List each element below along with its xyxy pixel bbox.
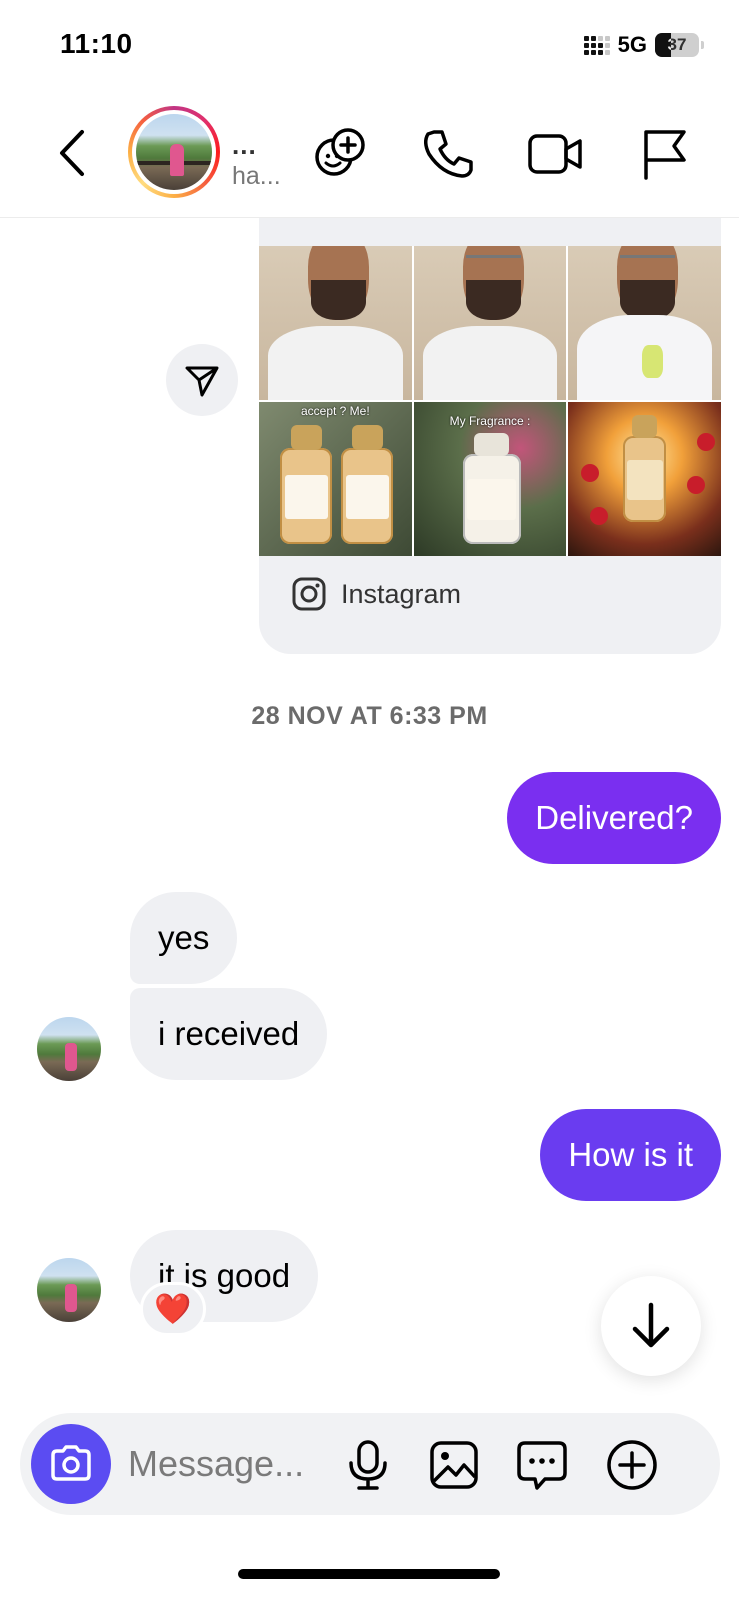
post-thumbnail[interactable] [568,402,721,556]
more-button[interactable] [604,1437,660,1493]
home-indicator[interactable] [238,1569,500,1579]
message-composer [20,1413,720,1515]
back-button[interactable] [52,126,96,180]
post-source: Instagram [291,576,461,612]
status-indicators: 5G 37 [583,32,704,58]
signal-icon [583,35,610,55]
avatar [136,114,212,190]
sticker-chat-icon [517,1441,567,1490]
thumbnail-caption: accept ? Me! [300,404,370,418]
post-thumbnail[interactable] [568,246,721,400]
video-call-icon [528,134,582,174]
video-call-button[interactable] [526,124,586,184]
post-thumbnail-grid[interactable]: accept ? Me! My Fragrance : [259,246,721,556]
audio-call-button[interactable] [418,124,478,184]
back-icon [60,130,84,176]
camera-button[interactable] [31,1424,111,1504]
message-input[interactable] [128,1441,338,1487]
instagram-icon [292,577,326,611]
arrow-down-icon [632,1302,670,1348]
add-icon [607,1440,657,1490]
post-thumbnail[interactable] [413,246,567,400]
outgoing-message[interactable]: How is it [540,1109,721,1201]
status-bar: 11:10 5G 37 [0,0,739,96]
battery-icon: 37 [655,33,704,57]
share-button[interactable] [166,344,238,416]
scroll-to-bottom-button[interactable] [601,1276,701,1376]
sticker-button[interactable] [514,1437,570,1493]
voice-message-button[interactable] [340,1437,396,1493]
camera-icon [51,1445,91,1481]
avatar[interactable] [37,1258,101,1322]
gallery-button[interactable] [426,1437,482,1493]
shared-post[interactable]: accept ? Me! My Fragrance : Instagram [259,218,721,654]
heart-reaction[interactable]: ❤️ [140,1282,206,1336]
post-thumbnail[interactable]: accept ? Me! [259,402,412,556]
phone-icon [424,130,473,178]
report-button[interactable] [634,124,694,184]
post-source-label: Instagram [341,578,462,609]
incoming-message[interactable]: yes [130,892,238,984]
flag-icon [644,130,686,180]
chat-header: ... ha... [0,96,739,218]
message-timestamp: 28 NOV AT 6:33 PM [251,702,488,730]
post-thumbnail[interactable] [259,246,412,400]
gallery-icon [430,1441,478,1489]
post-thumbnail[interactable]: My Fragrance : [413,402,567,556]
battery-level: 37 [667,35,687,54]
outgoing-message[interactable]: Delivered? [507,772,721,864]
contact-username[interactable]: ha... [232,162,281,191]
contact-avatar[interactable] [128,106,220,198]
effects-icon [315,128,365,176]
microphone-icon [349,1440,387,1490]
thumbnail-caption: My Fragrance : [449,414,531,428]
avatar[interactable] [37,1017,101,1081]
send-icon [185,366,219,397]
status-time: 11:10 [60,28,133,59]
network-label: 5G [617,32,647,57]
incoming-message[interactable]: i received [130,988,328,1080]
effects-button[interactable] [310,124,370,184]
contact-name[interactable]: ... [232,130,257,161]
